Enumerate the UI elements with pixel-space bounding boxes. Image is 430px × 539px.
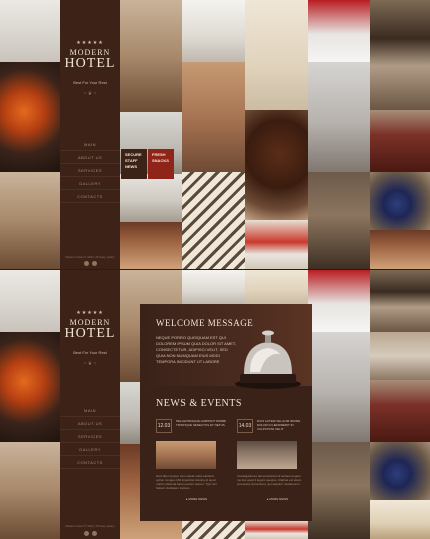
photo-bathroom [308, 62, 370, 172]
social-icon[interactable] [91, 531, 97, 536]
service-bell-icon [235, 330, 301, 389]
nav-item-about-us[interactable]: ABOUT US [60, 151, 120, 164]
photo-red-pillows [308, 270, 370, 332]
ornament-divider: ~ ❦ ~ [83, 361, 97, 367]
social-icon[interactable] [91, 261, 97, 266]
nav-item-main[interactable]: MAIN [60, 404, 120, 417]
logo-text-hotel[interactable]: HOTEL [60, 57, 120, 71]
ornament-divider: ~ ❦ ~ [83, 91, 97, 97]
news-title: NEWS & EVENTS [156, 398, 242, 409]
sidebar-repeat: ★★★★★ MODERN HOTEL Best For Your Rest ~ … [60, 270, 120, 539]
hotel-template-preview: ★★★★★ MODERN HOTEL Best For Your Rest ~ … [0, 0, 430, 539]
photo-teacups [370, 332, 430, 380]
rating-stars: ★★★★★ [76, 310, 104, 316]
photo-red-pillows [308, 0, 370, 62]
photo-fruit-dessert [0, 62, 60, 172]
news-date: 14.03 [237, 419, 253, 433]
photo-muffin [245, 110, 308, 220]
photo-hall [370, 230, 430, 269]
photo-washbasin [0, 0, 60, 62]
social-icon[interactable] [83, 261, 89, 266]
photo-round-tub [182, 270, 245, 304]
nav-item-gallery[interactable]: GALLERY [60, 177, 120, 190]
photo-lounge [182, 62, 245, 172]
photo-wine-glass [370, 110, 430, 172]
photo-hall [370, 500, 430, 539]
nav-item-contacts[interactable]: CONTACTS [60, 456, 120, 469]
nav-item-main[interactable]: MAIN [60, 138, 120, 151]
badge-snacks[interactable]: FRESH SNACKS [148, 149, 174, 179]
social-icon[interactable] [83, 531, 89, 536]
photo-bathtub [120, 174, 182, 222]
footer-copyright: Modern Hotel © 2011 | Privacy policy [65, 524, 115, 528]
more-news-link[interactable]: ▸ MORE NEWS [267, 497, 288, 501]
nav-item-about-us[interactable]: ABOUT US [60, 417, 120, 430]
sidebar: ★★★★★ MODERN HOTEL Best For Your Rest ~ … [60, 0, 120, 269]
social-links [60, 261, 120, 266]
photo-wine-glass [370, 380, 430, 442]
news-headline[interactable]: Duis autem vel eum iriure dolor in hendr… [257, 419, 307, 431]
photo-grapes [370, 172, 430, 230]
photo-table-lamp [0, 172, 60, 269]
news-headline[interactable]: Pellentesque habitant morbi tristique se… [176, 419, 226, 427]
main-nav: MAIN ABOUT US SERVICES GALLERY CONTACTS [60, 404, 120, 469]
news-thumbnail[interactable] [156, 441, 216, 469]
tagline: Best For Your Rest [73, 350, 107, 355]
photo-red-chairs [245, 220, 308, 269]
photo-grapes [370, 442, 430, 500]
photo-staircase [308, 172, 370, 269]
nav-item-gallery[interactable]: GALLERY [60, 443, 120, 456]
badge-staff[interactable]: SECURE STAFF NEWS [121, 149, 147, 179]
photo-zebra-chairs [182, 172, 245, 269]
logo-text-hotel[interactable]: HOTEL [60, 327, 120, 341]
photo-wood-room [120, 222, 182, 269]
content-panel: WELCOME MESSAGE Neque porro quisquam est… [140, 304, 312, 521]
photo-desk-lamp [120, 0, 182, 112]
photo-interior-wall [245, 0, 308, 110]
news-item: 12.03 Pellentesque habitant morbi tristi… [156, 419, 226, 501]
more-news-link[interactable]: ▸ MORE NEWS [186, 497, 207, 501]
photo-bathroom [308, 332, 370, 442]
photo-fruit-dessert [0, 332, 60, 442]
photo-zebra-chairs [182, 521, 245, 539]
news-date: 12.03 [156, 419, 172, 433]
social-links [60, 531, 120, 536]
nav-item-services[interactable]: SERVICES [60, 164, 120, 177]
photo-washbasin [0, 270, 60, 332]
welcome-text: Neque porro quisquam est qui dolorem ips… [156, 335, 236, 364]
news-body: Nam liber tempor cum soluta nobis eleife… [156, 474, 217, 490]
main-nav: MAIN ABOUT US SERVICES GALLERY CONTACTS [60, 138, 120, 203]
photo-bedroom [370, 270, 430, 332]
photo-table-lamp [0, 442, 60, 539]
footer-copyright: Modern Hotel © 2011 | Privacy policy [65, 255, 115, 259]
photo-round-tub [182, 0, 245, 62]
news-item: 14.03 Duis autem vel eum iriure dolor in… [237, 419, 307, 501]
nav-item-contacts[interactable]: CONTACTS [60, 190, 120, 203]
rating-stars: ★★★★★ [76, 40, 104, 46]
news-thumbnail[interactable] [237, 441, 297, 469]
photo-red-chairs [245, 521, 308, 539]
photo-bedroom [370, 0, 430, 110]
nav-item-services[interactable]: SERVICES [60, 430, 120, 443]
photo-staircase [308, 442, 370, 539]
news-body: Investigationes demonstraverunt lectores… [237, 474, 302, 486]
tagline: Best For Your Rest [73, 80, 107, 85]
photo-interior-wall [245, 270, 308, 304]
welcome-section: WELCOME MESSAGE Neque porro quisquam est… [140, 304, 312, 389]
